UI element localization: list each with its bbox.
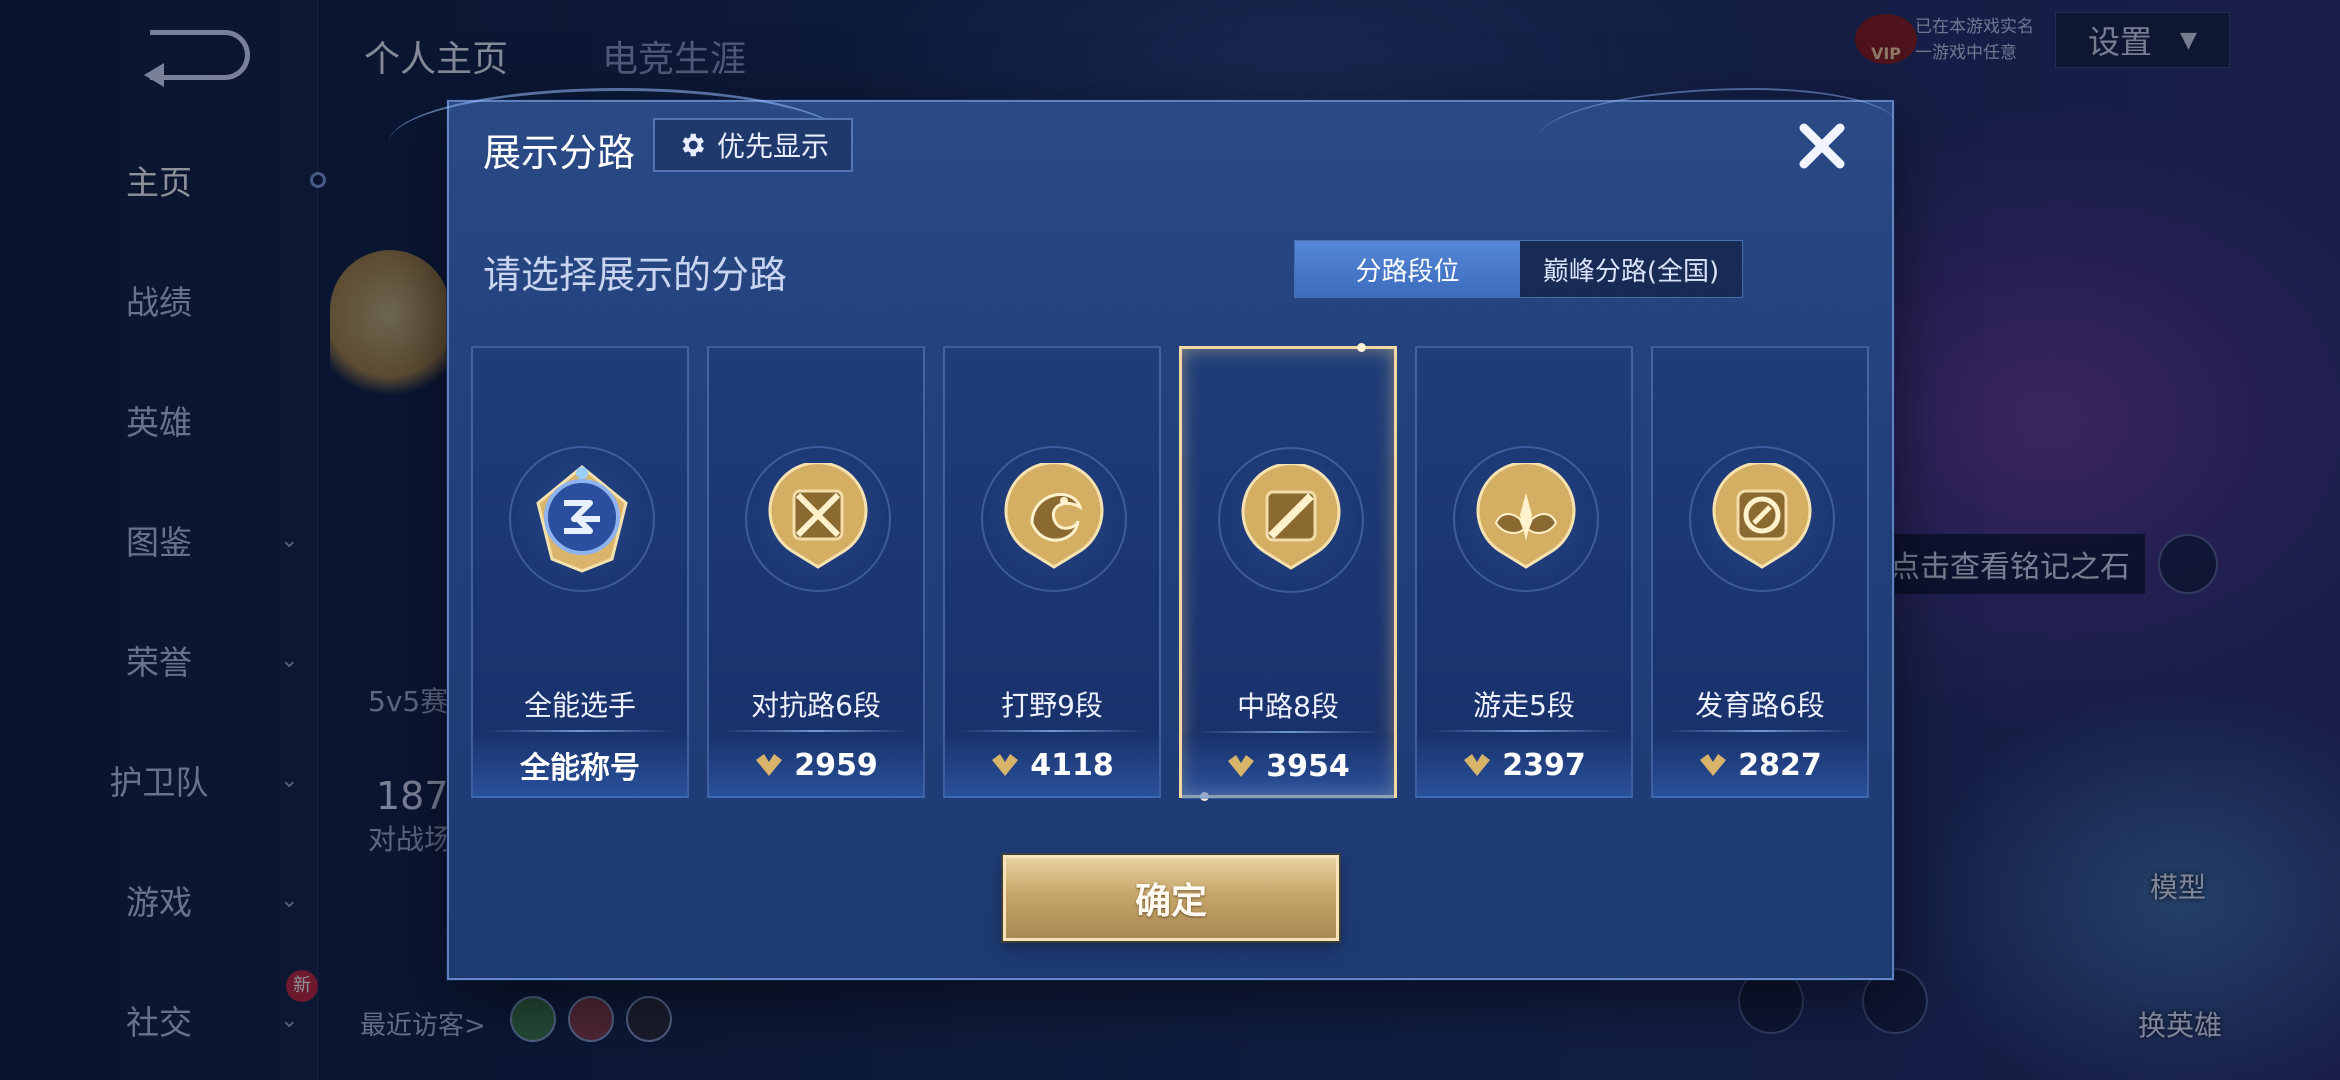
- lane-card-roam[interactable]: 游走5段 2397: [1415, 346, 1633, 798]
- lane-cards: 全能选手 全能称号 对抗路6段 2959 打野9段 4118 中路8段 3954…: [471, 343, 1881, 801]
- select-lane-prompt: 请选择展示的分路: [483, 253, 788, 297]
- lane-card-allround[interactable]: 全能选手 全能称号: [471, 346, 689, 798]
- allround-title: 全能称号: [520, 751, 640, 786]
- lane-score: 2827: [1738, 747, 1822, 783]
- score-icon: [1228, 755, 1255, 777]
- lane-role-name: 发育路6段: [1695, 689, 1825, 722]
- confirm-button[interactable]: 确定: [1003, 855, 1339, 941]
- card-value-row: 4118: [945, 732, 1159, 798]
- lane-card-mid[interactable]: 中路8段 3954: [1179, 343, 1397, 801]
- jungle-badge-icon: [1004, 463, 1104, 569]
- toggle-peak-lane[interactable]: 巅峰分路(全国): [1520, 241, 1742, 297]
- priority-display-button[interactable]: 优先显示: [653, 118, 853, 172]
- card-value-row: 2827: [1653, 732, 1867, 798]
- lane-card-jungle[interactable]: 打野9段 4118: [943, 346, 1161, 798]
- lane-role-name: 打野9段: [1001, 689, 1103, 722]
- toggle-lane-rank[interactable]: 分路段位: [1295, 241, 1520, 297]
- roam-badge-icon: [1476, 463, 1576, 569]
- farm-lane-badge-icon: [1712, 463, 1812, 569]
- lane-role-name: 中路8段: [1237, 690, 1339, 723]
- lane-score: 2959: [794, 747, 878, 783]
- mid-lane-badge-icon: [1241, 464, 1341, 570]
- lane-role-name: 全能选手: [523, 689, 636, 722]
- card-value-row: 3954: [1182, 733, 1394, 799]
- lane-role-name: 对抗路6段: [751, 689, 881, 722]
- lane-score: 3954: [1266, 748, 1350, 784]
- gear-icon: [682, 133, 704, 157]
- close-icon[interactable]: [1792, 116, 1852, 176]
- lane-card-clash[interactable]: 对抗路6段 2959: [707, 346, 925, 798]
- lane-mode-toggle: 分路段位 巅峰分路(全国): [1294, 240, 1743, 298]
- allround-badge-icon: [536, 465, 628, 573]
- dialog-title: 展示分路: [483, 131, 636, 175]
- card-value-row: 2397: [1417, 732, 1631, 798]
- lane-score: 4118: [1030, 747, 1114, 783]
- card-value-row: 2959: [709, 732, 923, 798]
- confirm-label: 确定: [1134, 881, 1207, 922]
- score-icon: [1464, 754, 1491, 776]
- score-icon: [1700, 754, 1727, 776]
- card-value-row: 全能称号: [473, 732, 687, 798]
- lane-display-dialog: 展示分路 优先显示 请选择展示的分路 分路段位 巅峰分路(全国) 全能选手 全能…: [389, 88, 1896, 980]
- lane-score: 2397: [1502, 747, 1586, 783]
- score-icon: [992, 754, 1019, 776]
- selection-corner-dot: [1357, 343, 1366, 352]
- clash-lane-badge-icon: [768, 463, 868, 569]
- lane-card-farm[interactable]: 发育路6段 2827: [1651, 346, 1869, 798]
- score-icon: [756, 754, 783, 776]
- priority-display-label: 优先显示: [716, 130, 829, 163]
- lane-role-name: 游走5段: [1473, 689, 1575, 722]
